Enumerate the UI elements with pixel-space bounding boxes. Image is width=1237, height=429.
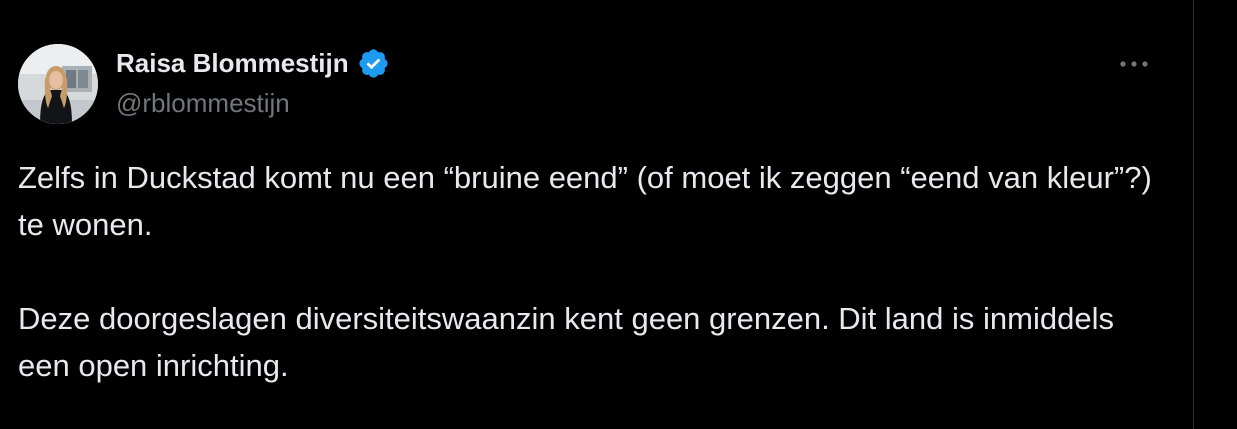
author-display-name[interactable]: Raisa Blommestijn xyxy=(116,46,349,80)
author-handle[interactable]: @rblommestijn xyxy=(116,86,290,120)
avatar-image xyxy=(18,44,98,124)
avatar[interactable] xyxy=(18,44,98,124)
tweet-card: Raisa Blommestijn @rblommestijn Zelfs in… xyxy=(0,0,1193,429)
author-name-row: Raisa Blommestijn xyxy=(116,46,390,80)
column-divider xyxy=(1193,0,1194,429)
verified-badge-icon[interactable] xyxy=(357,47,390,80)
tweet-paragraph: Deze doorgeslagen diversiteitswaanzin ke… xyxy=(18,301,1114,383)
tweet-text: Zelfs in Duckstad komt nu een “bruine ee… xyxy=(18,154,1158,389)
more-horizontal-icon xyxy=(1120,61,1148,67)
more-options-button[interactable] xyxy=(1114,44,1154,84)
tweet-paragraph: Zelfs in Duckstad komt nu een “bruine ee… xyxy=(18,160,1152,242)
